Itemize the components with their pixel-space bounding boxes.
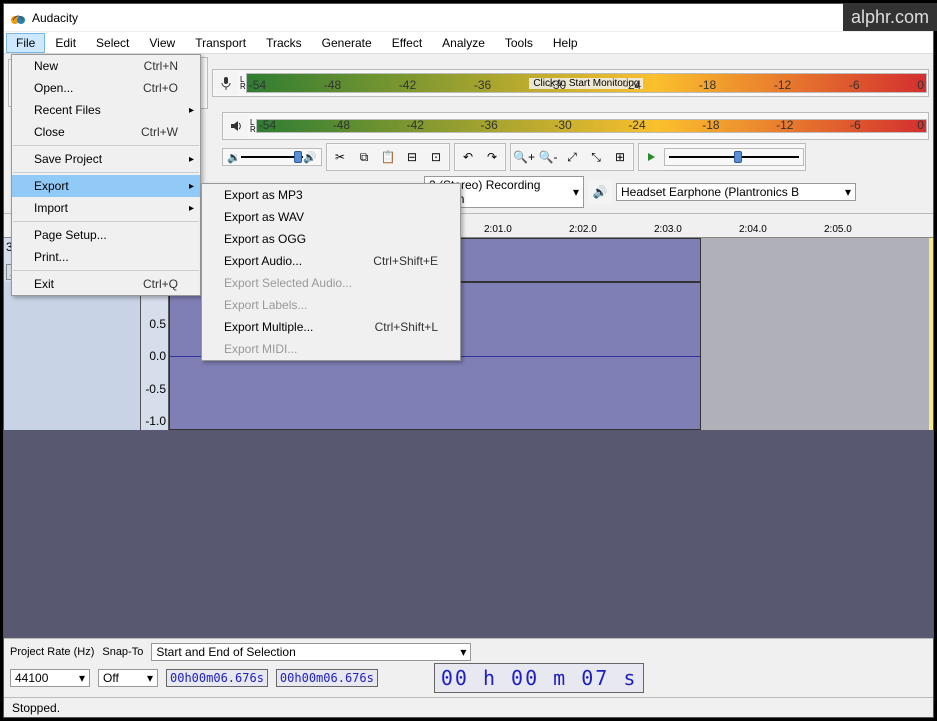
fit-selection-button[interactable]: ⤢	[560, 145, 584, 169]
copy-button[interactable]: ⧉	[352, 145, 376, 169]
status-text: Stopped.	[12, 701, 60, 715]
track-area: 32-bit float ▲ Select -0.5 -1.0 1.0 0.5 …	[4, 238, 933, 638]
export-menu-item[interactable]: Export as WAV	[202, 206, 460, 228]
menu-tools[interactable]: Tools	[495, 33, 543, 53]
play-at-speed-toolbar	[638, 143, 806, 171]
export-menu-item[interactable]: Export Audio...Ctrl+Shift+E	[202, 250, 460, 272]
file-menu-item[interactable]: Open...Ctrl+O	[12, 77, 200, 99]
trim-button[interactable]: ⊟	[400, 145, 424, 169]
project-rate-label: Project Rate (Hz)	[10, 646, 94, 658]
file-menu-item[interactable]: Page Setup...	[12, 224, 200, 246]
mic-icon	[214, 71, 238, 95]
volume-slider[interactable]: 🔉 🔊	[222, 148, 322, 166]
redo-button[interactable]: ↷	[480, 145, 504, 169]
zoom-toggle-button[interactable]: ⊞	[608, 145, 632, 169]
meter-hint: Click to Start Monitoring	[529, 78, 643, 89]
play-meter-toolbar: LR -54-48-42-36-30-24-18-12-60	[222, 112, 929, 140]
file-menu-item[interactable]: Save Project▸	[12, 148, 200, 170]
menu-select[interactable]: Select	[86, 33, 139, 53]
audio-position-time[interactable]: 00 h 00 m 07 s	[434, 663, 645, 693]
menu-effect[interactable]: Effect	[382, 33, 432, 53]
zoom-in-button[interactable]: 🔍+	[512, 145, 536, 169]
menu-generate[interactable]: Generate	[312, 33, 382, 53]
menu-edit[interactable]: Edit	[45, 33, 86, 53]
fit-project-button[interactable]: ⤡	[584, 145, 608, 169]
menu-view[interactable]: View	[139, 33, 185, 53]
silence-button[interactable]: ⊡	[424, 145, 448, 169]
rec-meter-toolbar: LR Click to Start Monitoring -54-48-42-3…	[212, 69, 929, 97]
menu-help[interactable]: Help	[543, 33, 588, 53]
titlebar: Audacity — ☐ ✕	[4, 4, 933, 32]
output-device-select[interactable]: Headset Earphone (Plantronics B▾	[616, 183, 856, 201]
edit-toolbar: ✂ ⧉ 📋 ⊟ ⊡	[326, 143, 450, 171]
play-meter-ticks: -54-48-42-36-30-24-18-12-60	[257, 118, 926, 132]
play-at-speed-button[interactable]	[640, 145, 664, 169]
recording-meter[interactable]: Click to Start Monitoring -54-48-42-36-3…	[246, 73, 927, 93]
undo-button[interactable]: ↶	[456, 145, 480, 169]
zoom-out-button[interactable]: 🔍-	[536, 145, 560, 169]
watermark: alphr.com	[843, 3, 937, 31]
file-menu-popup: NewCtrl+NOpen...Ctrl+ORecent Files▸Close…	[11, 54, 201, 296]
output-icon: 🔊	[588, 180, 612, 204]
zoom-toolbar: 🔍+ 🔍- ⤢ ⤡ ⊞	[510, 143, 634, 171]
snap-to-label: Snap-To	[102, 646, 143, 658]
menu-tracks[interactable]: Tracks	[256, 33, 312, 53]
file-menu-item[interactable]: ExitCtrl+Q	[12, 273, 200, 295]
speaker-icon	[224, 114, 248, 138]
paste-button[interactable]: 📋	[376, 145, 400, 169]
playback-meter[interactable]: -54-48-42-36-30-24-18-12-60	[256, 119, 927, 133]
menu-analyze[interactable]: Analyze	[432, 33, 495, 53]
empty-track-area[interactable]	[4, 430, 933, 638]
vol-minus-icon: 🔉	[227, 151, 241, 164]
snap-to-select[interactable]: Off▾	[98, 669, 158, 687]
selection-end-time[interactable]: 00h00m06.676s	[276, 669, 378, 687]
export-submenu-popup: Export as MP3Export as WAVExport as OGGE…	[201, 183, 461, 361]
audio-track-ch2: 1.0 0.5 0.0 -0.5 -1.0	[4, 282, 933, 430]
menubar: File Edit Select View Transport Tracks G…	[4, 32, 933, 54]
export-menu-item: Export MIDI...	[202, 338, 460, 360]
menu-file[interactable]: File	[6, 33, 45, 53]
speed-slider[interactable]	[664, 148, 804, 166]
file-menu-item[interactable]: Import▸	[12, 197, 200, 219]
menu-transport[interactable]: Transport	[185, 33, 256, 53]
track-header-ch2[interactable]	[4, 282, 141, 430]
track-scale-ch2: 1.0 0.5 0.0 -0.5 -1.0	[141, 282, 169, 430]
project-rate-select[interactable]: 44100▾	[10, 669, 90, 687]
selection-start-time[interactable]: 00h00m06.676s	[166, 669, 268, 687]
file-menu-item[interactable]: Recent Files▸	[12, 99, 200, 121]
selection-mode-select[interactable]: Start and End of Selection▾	[151, 643, 471, 661]
export-menu-item[interactable]: Export as OGG	[202, 228, 460, 250]
undo-toolbar: ↶ ↷	[454, 143, 506, 171]
export-menu-item: Export Labels...	[202, 294, 460, 316]
export-menu-item: Export Selected Audio...	[202, 272, 460, 294]
file-menu-item[interactable]: CloseCtrl+W	[12, 121, 200, 143]
file-menu-item[interactable]: NewCtrl+N	[12, 55, 200, 77]
file-menu-item[interactable]: Print...	[12, 246, 200, 268]
app-title: Audacity	[32, 11, 866, 25]
export-menu-item[interactable]: Export as MP3	[202, 184, 460, 206]
statusbar: Stopped.	[4, 697, 933, 717]
file-menu-item[interactable]: Export▸	[12, 175, 200, 197]
selection-toolbar: Project Rate (Hz) Snap-To Start and End …	[4, 638, 933, 697]
cut-button[interactable]: ✂	[328, 145, 352, 169]
vol-plus-icon: 🔊	[303, 151, 317, 164]
app-icon	[10, 10, 26, 26]
export-menu-item[interactable]: Export Multiple...Ctrl+Shift+L	[202, 316, 460, 338]
